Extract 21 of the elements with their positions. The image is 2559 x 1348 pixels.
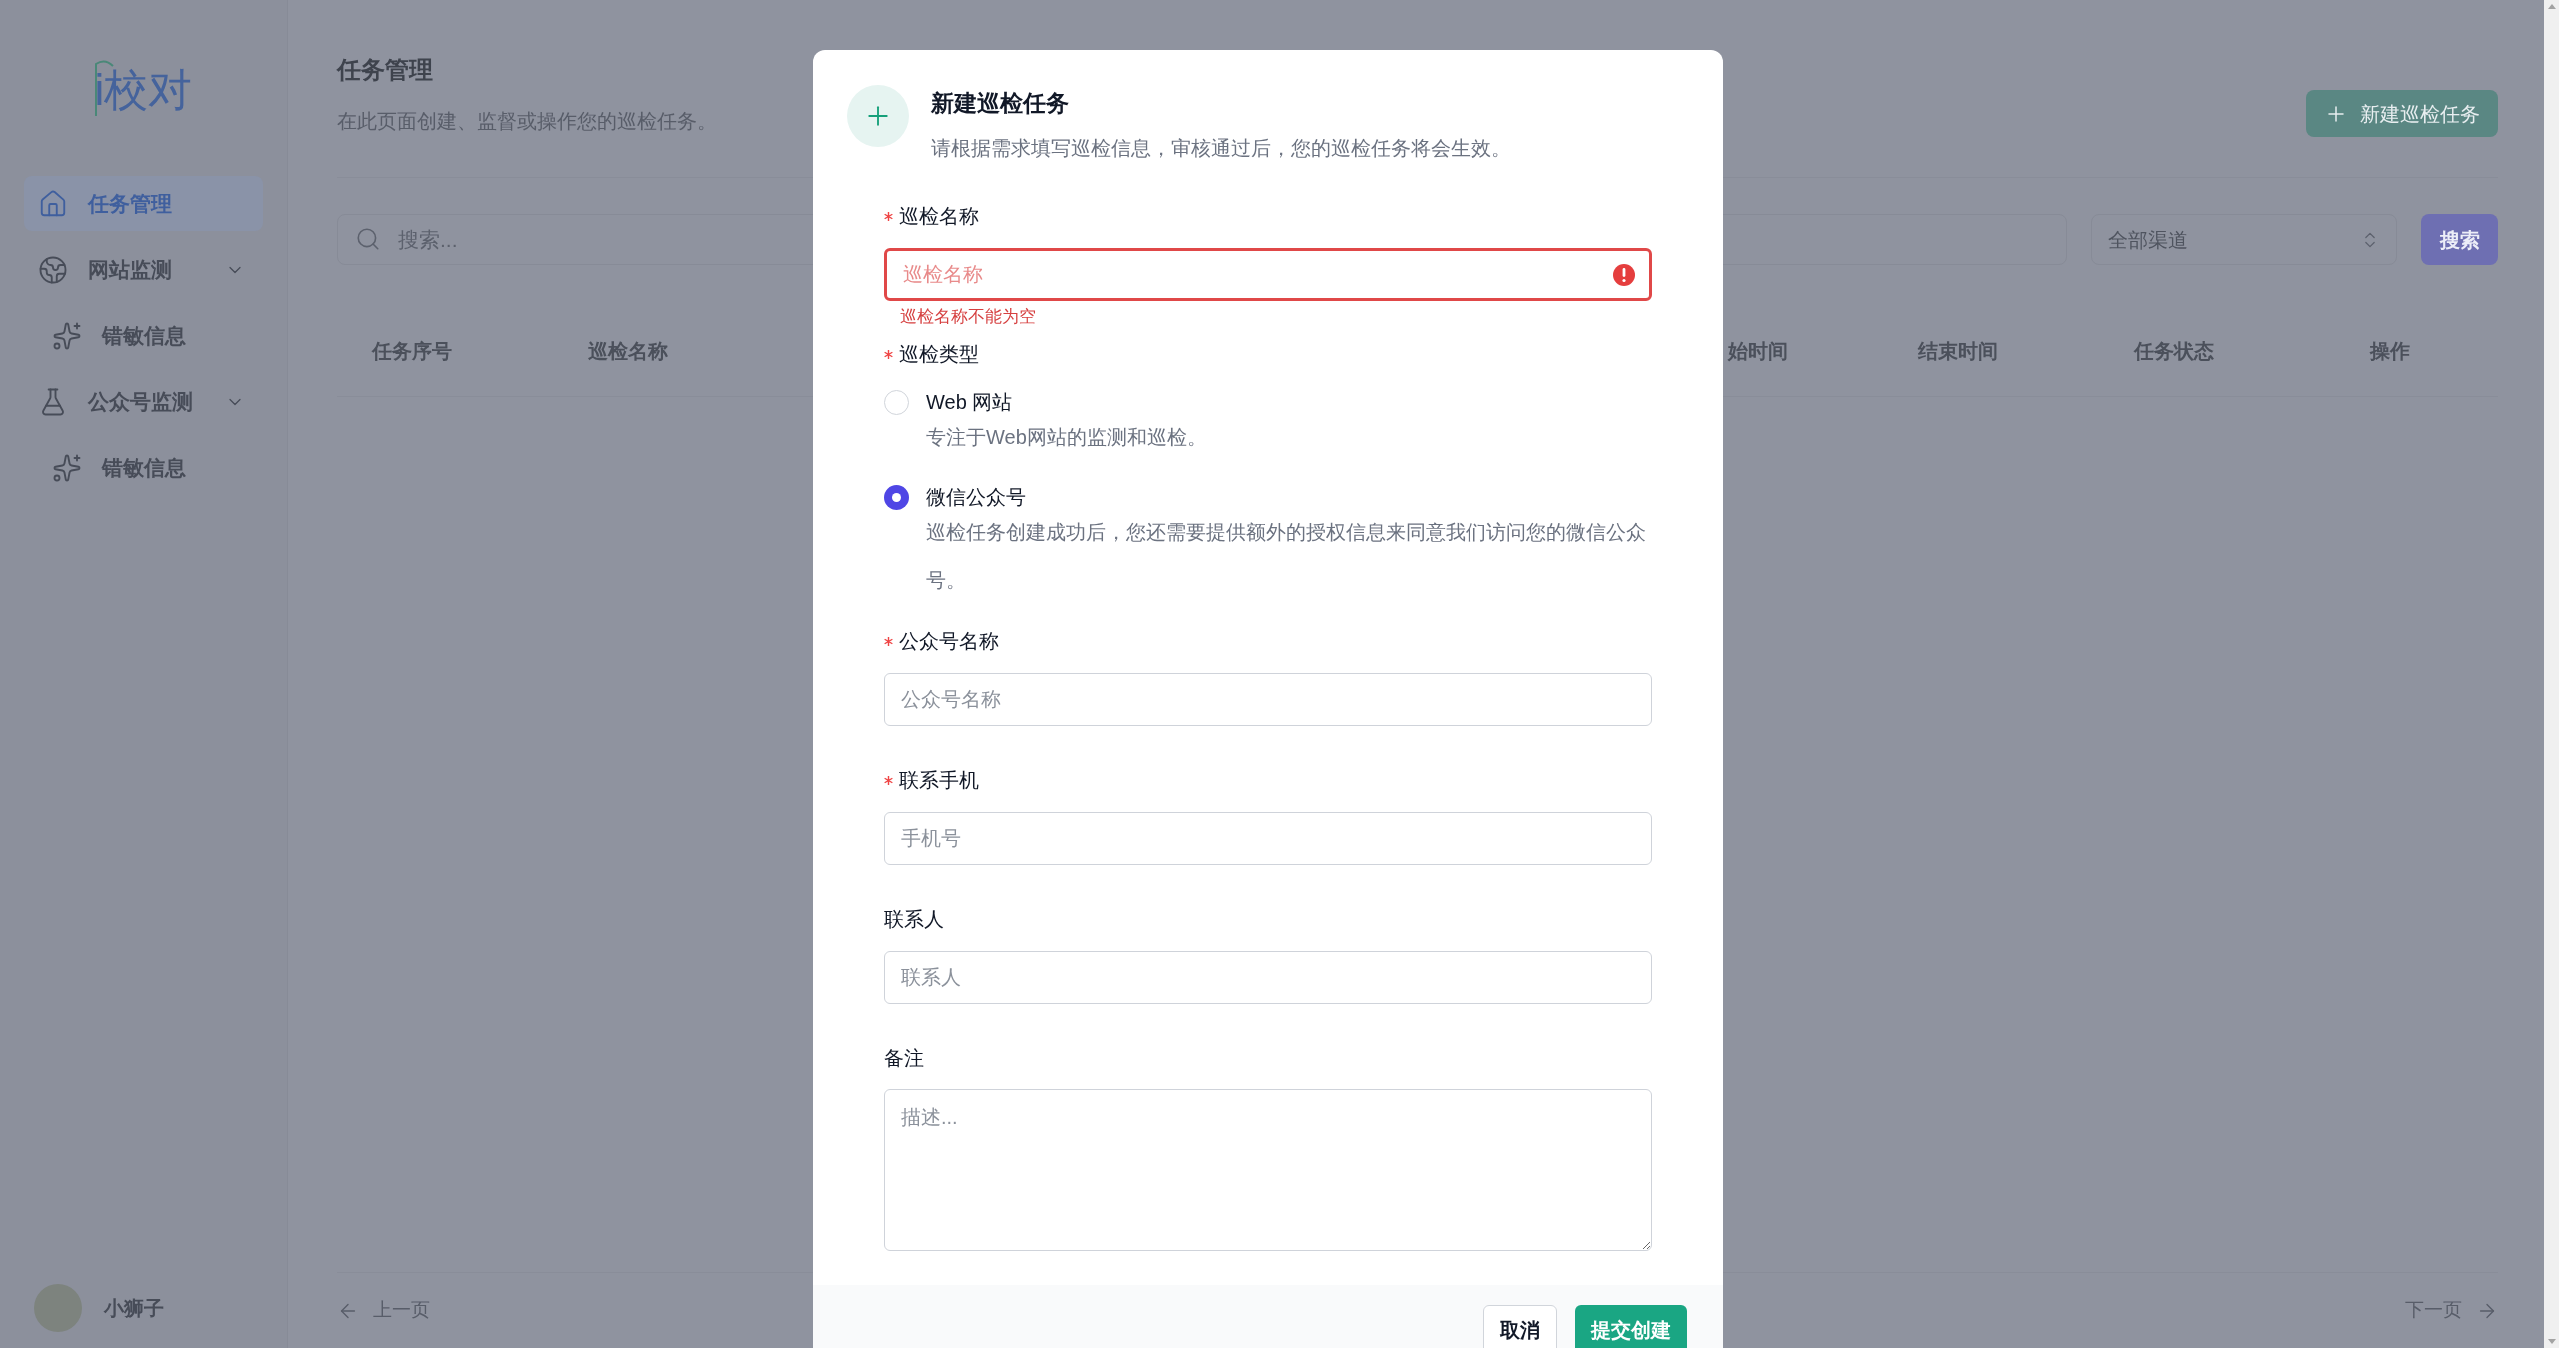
column-header: 操作 <box>2369 339 2410 362</box>
column-header: 始时间 <box>1727 339 1788 362</box>
column-header: 任务状态 <box>2133 339 2214 362</box>
field-label: 公众号名称 <box>899 629 999 654</box>
field-label: 联系手机 <box>899 768 979 793</box>
field-label: 备注 <box>884 1046 924 1071</box>
column-header: 结束时间 <box>1917 339 1998 362</box>
radio-label: 微信公众号 <box>926 485 1027 510</box>
column-header: 巡检名称 <box>588 339 669 362</box>
radio-description: 巡检任务创建成功后，您还需要提供额外的授权信息来同意我们访问您的微信公众号。 <box>926 520 1647 593</box>
page-title: 任务管理 <box>337 55 434 85</box>
field-label: 巡检名称 <box>899 204 979 229</box>
dialog-subtitle: 请根据需求填写巡检信息，审核通过后，您的巡检任务将会生效。 <box>931 136 1511 161</box>
error-message: 巡检名称不能为空 <box>900 306 1037 328</box>
radio-label: Web 网站 <box>926 390 1014 415</box>
field-label: 联系人 <box>884 907 944 932</box>
field-label: 巡检类型 <box>899 342 979 367</box>
column-header: 任务序号 <box>372 339 452 362</box>
dialog-title: 新建巡检任务 <box>931 89 1070 118</box>
radio-description: 专注于Web网站的监测和巡检。 <box>926 425 1207 450</box>
user-name: 小狮子 <box>104 1296 164 1321</box>
